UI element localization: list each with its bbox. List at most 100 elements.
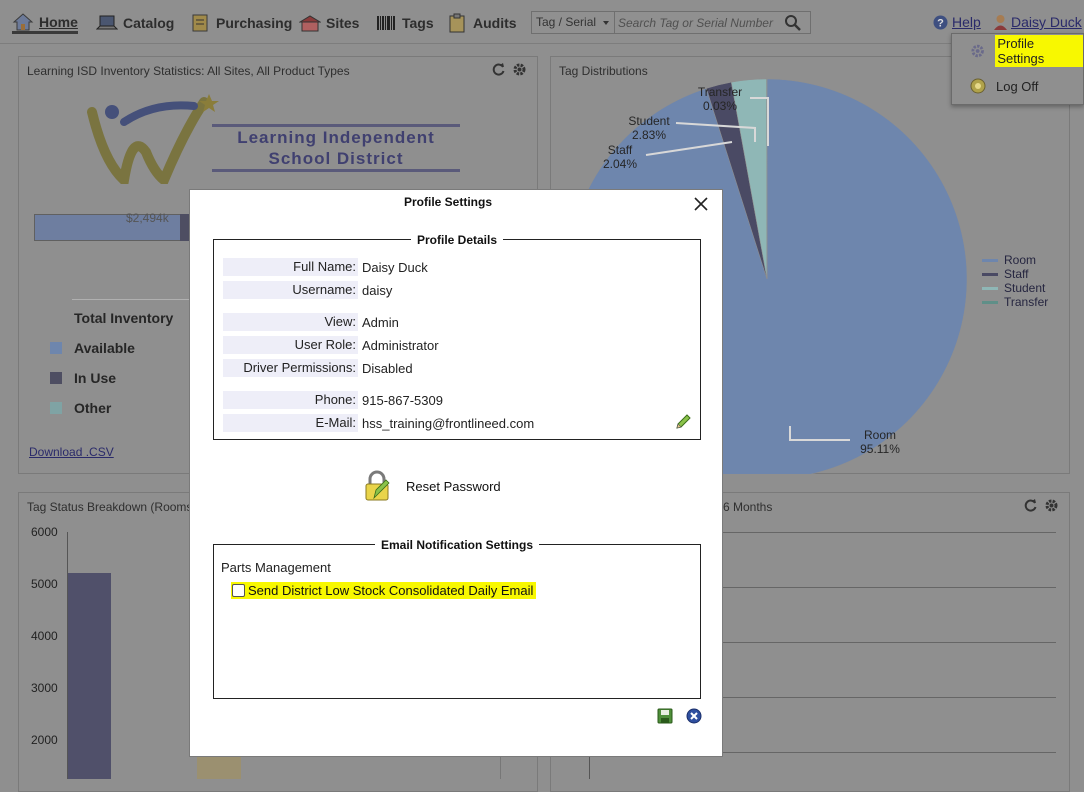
download-csv-link[interactable]: Download .CSV bbox=[29, 445, 114, 459]
field-label: Full Name: bbox=[223, 258, 358, 276]
edit-pencil-icon[interactable] bbox=[674, 413, 692, 431]
field-value: hss_training@frontlineed.com bbox=[358, 416, 534, 431]
email-notification-legend: Email Notification Settings bbox=[375, 538, 539, 552]
pie-label-transfer-name: Transfer bbox=[690, 85, 750, 99]
menu-profile-settings-label: Profile Settings bbox=[995, 35, 1083, 67]
pie-legend-student-label: Student bbox=[1004, 281, 1045, 295]
field-label: Driver Permissions: bbox=[223, 359, 358, 377]
nav-purchasing[interactable]: Purchasing bbox=[189, 12, 292, 34]
nav-purchasing-label: Purchasing bbox=[216, 15, 292, 31]
refresh-icon[interactable] bbox=[1023, 498, 1038, 513]
logo-line-1: Learning Independent bbox=[212, 127, 460, 148]
other-swatch bbox=[50, 402, 62, 414]
y-tick-label: 3000 bbox=[31, 681, 58, 695]
legend-available: Available bbox=[50, 340, 135, 356]
grid-line bbox=[500, 757, 501, 779]
y-tick-label: 6000 bbox=[31, 525, 58, 539]
field-value: Disabled bbox=[358, 361, 413, 376]
pie-label-staff: Staff 2.04% bbox=[594, 143, 646, 171]
refresh-icon[interactable] bbox=[491, 62, 506, 77]
transfer-legend-line bbox=[982, 301, 998, 304]
profile-details-legend: Profile Details bbox=[411, 233, 503, 247]
legend-total-inventory: Total Inventory bbox=[74, 310, 173, 326]
pie-label-transfer-pct: 0.03% bbox=[690, 99, 750, 113]
pie-label-staff-name: Staff bbox=[594, 143, 646, 157]
panel-title: Learning ISD Inventory Statistics: All S… bbox=[27, 64, 350, 78]
field-value: Daisy Duck bbox=[358, 260, 428, 275]
pie-legend-room-label: Room bbox=[1004, 253, 1036, 267]
district-logo-graphic bbox=[84, 92, 219, 184]
low-stock-email-option[interactable]: Send District Low Stock Consolidated Dai… bbox=[231, 582, 536, 599]
pie-legend-staff: Staff bbox=[982, 267, 1028, 281]
help-link[interactable]: ? Help bbox=[933, 14, 981, 30]
nav-catalog[interactable]: Catalog bbox=[96, 12, 174, 34]
close-icon[interactable] bbox=[692, 195, 710, 213]
available-swatch bbox=[50, 342, 62, 354]
y-tick-label: 2000 bbox=[31, 733, 58, 747]
pie-label-room-pct: 95.11% bbox=[850, 442, 910, 456]
pie-legend-transfer-label: Transfer bbox=[1004, 295, 1048, 309]
room-legend-line bbox=[982, 259, 998, 262]
inventory-value-label: $2,494k bbox=[126, 211, 169, 225]
nav-catalog-label: Catalog bbox=[123, 15, 174, 31]
nav-home[interactable]: Home bbox=[12, 12, 78, 34]
gear-icon[interactable] bbox=[512, 62, 527, 77]
log-off-icon bbox=[970, 78, 986, 94]
search-button[interactable] bbox=[783, 13, 803, 33]
user-name: Daisy Duck bbox=[1011, 14, 1082, 30]
help-icon: ? bbox=[933, 15, 948, 30]
top-navigation-bar: Home Catalog Purchasing Sites Tags bbox=[0, 0, 1084, 44]
profile-settings-dialog: Profile Settings Profile Details Full Na… bbox=[189, 189, 723, 757]
pie-legend-staff-label: Staff bbox=[1004, 267, 1028, 281]
search-mode-select[interactable]: Tag / Serial bbox=[532, 12, 615, 33]
pie-label-staff-pct: 2.04% bbox=[594, 157, 646, 171]
status-bar-partial bbox=[197, 757, 241, 779]
laptop-icon bbox=[96, 13, 118, 33]
purchasing-icon bbox=[189, 13, 211, 33]
save-icon[interactable] bbox=[657, 708, 673, 724]
logo-line-2: School District bbox=[212, 148, 460, 169]
low-stock-email-label: Send District Low Stock Consolidated Dai… bbox=[248, 583, 533, 598]
barcode-icon bbox=[375, 13, 397, 33]
pie-label-transfer: Transfer 0.03% bbox=[690, 85, 750, 113]
field-user-role: User Role: Administrator bbox=[223, 336, 693, 354]
reset-password-label: Reset Password bbox=[406, 479, 501, 494]
pie-label-student: Student 2.83% bbox=[620, 114, 678, 142]
gear-icon bbox=[970, 43, 985, 59]
notification-group-label: Parts Management bbox=[221, 560, 331, 575]
email-notification-section: Email Notification Settings Parts Manage… bbox=[213, 544, 701, 699]
legend-divider bbox=[72, 299, 190, 300]
nav-sites-label: Sites bbox=[326, 15, 359, 31]
nav-home-label: Home bbox=[39, 14, 78, 30]
field-username: Username: daisy bbox=[223, 281, 693, 299]
field-label: E-Mail: bbox=[223, 414, 358, 432]
staff-legend-line bbox=[982, 273, 998, 276]
field-full-name: Full Name: Daisy Duck bbox=[223, 258, 693, 276]
field-phone: Phone: 915-867-5309 bbox=[223, 391, 693, 409]
field-label: Phone: bbox=[223, 391, 358, 409]
profile-details-section: Profile Details Full Name: Daisy Duck Us… bbox=[213, 239, 701, 440]
panel-title: Tag Status Breakdown (Rooms) bbox=[27, 500, 196, 514]
legend-other: Other bbox=[50, 400, 111, 416]
low-stock-email-checkbox[interactable] bbox=[232, 584, 245, 597]
gear-icon[interactable] bbox=[1044, 498, 1059, 513]
legend-in-use: In Use bbox=[50, 370, 116, 386]
menu-item-profile-settings[interactable]: Profile Settings bbox=[970, 40, 1083, 62]
search-input[interactable] bbox=[615, 13, 783, 33]
reset-password-button[interactable]: Reset Password bbox=[362, 470, 501, 502]
school-building-icon bbox=[299, 13, 321, 33]
user-menu-toggle[interactable]: Daisy Duck bbox=[993, 14, 1082, 30]
menu-item-log-off[interactable]: Log Off bbox=[970, 75, 1038, 97]
legend-other-label: Other bbox=[74, 400, 111, 416]
nav-audits[interactable]: Audits bbox=[446, 12, 517, 34]
dialog-title: Profile Settings bbox=[190, 195, 706, 209]
district-logo-text: Learning Independent School District bbox=[212, 124, 460, 172]
nav-sites[interactable]: Sites bbox=[299, 12, 359, 34]
home-icon bbox=[12, 12, 34, 32]
pie-label-room-name: Room bbox=[850, 428, 910, 442]
panel-title: 6 Months bbox=[723, 500, 772, 514]
field-value: Admin bbox=[358, 315, 399, 330]
cancel-icon[interactable] bbox=[686, 708, 702, 724]
y-tick-label: 4000 bbox=[31, 629, 58, 643]
nav-tags[interactable]: Tags bbox=[375, 12, 434, 34]
